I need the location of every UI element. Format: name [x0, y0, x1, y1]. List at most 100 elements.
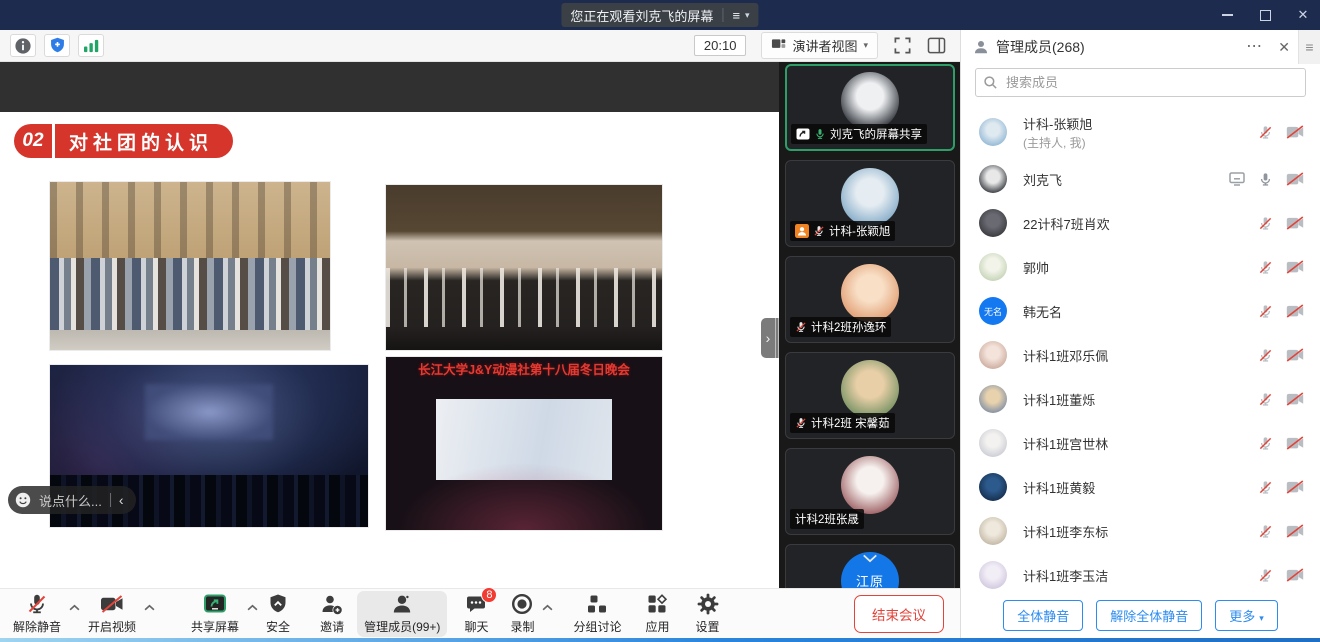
- avatar: [979, 473, 1007, 501]
- video-tile[interactable]: 计科2班张晟: [785, 448, 955, 535]
- main-region: 20:10 演讲者视图 ▾ 02: [0, 30, 960, 638]
- camera-off-icon[interactable]: [1286, 172, 1304, 186]
- member-name: 郭帅: [1023, 258, 1049, 277]
- breakout-icon: [586, 593, 608, 616]
- emoji-smiley-icon: [15, 492, 31, 508]
- screen-share-icon: [796, 128, 810, 140]
- maximize-button[interactable]: [1258, 8, 1272, 22]
- camera-off-icon[interactable]: [1286, 125, 1304, 139]
- member-row[interactable]: 计科1班李玉洁: [961, 553, 1320, 592]
- camera-off-icon[interactable]: [1286, 348, 1304, 362]
- mic-muted-icon[interactable]: [1258, 392, 1273, 407]
- toolbar-item-security[interactable]: 安全: [259, 591, 297, 637]
- camera-off-icon[interactable]: [1286, 216, 1304, 230]
- chevron-left-icon[interactable]: ‹: [119, 492, 124, 508]
- camera-off-icon[interactable]: [1286, 436, 1304, 450]
- mic-muted-icon[interactable]: [1258, 260, 1273, 275]
- mic-muted-icon[interactable]: [1258, 436, 1273, 451]
- mic-muted-icon[interactable]: [1258, 216, 1273, 231]
- member-info: 计科1班宫世林: [1023, 434, 1108, 453]
- video-tile-name: 计科2班孙逸环: [811, 319, 886, 335]
- video-strip-collapse-handle[interactable]: ›: [761, 318, 779, 358]
- toolbar-item-settings[interactable]: 设置: [689, 591, 727, 637]
- mic-muted-icon[interactable]: [1258, 568, 1273, 583]
- close-button[interactable]: ✕: [1296, 8, 1310, 22]
- watching-screen-pill[interactable]: 您正在观看刘克飞的屏幕 ≡ ▾: [561, 3, 758, 27]
- mic-muted-icon[interactable]: [1258, 524, 1273, 539]
- member-search-input[interactable]: [975, 68, 1306, 97]
- more-actions-button[interactable]: 更多▾: [1215, 600, 1278, 631]
- member-panel-footer: 全体静音 解除全体静音 更多▾: [961, 592, 1320, 638]
- member-row[interactable]: 计科1班李东标: [961, 509, 1320, 553]
- member-row[interactable]: 无名 韩无名: [961, 289, 1320, 333]
- panel-more-icon[interactable]: ⋯: [1238, 30, 1270, 64]
- camera-off-icon[interactable]: [1286, 568, 1304, 582]
- camera-off-icon[interactable]: [1286, 480, 1304, 494]
- chevron-up-icon[interactable]: [542, 604, 553, 611]
- unmute-all-button[interactable]: 解除全体静音: [1096, 600, 1202, 631]
- member-row[interactable]: 计科-张颖旭 (主持人, 我): [961, 107, 1320, 157]
- security-shield-icon[interactable]: [44, 34, 70, 57]
- toolbar-item-chat[interactable]: 8 聊天: [457, 591, 495, 637]
- video-tile[interactable]: 计科2班孙逸环: [785, 256, 955, 343]
- chevron-up-icon[interactable]: [247, 604, 258, 611]
- mic-muted-icon[interactable]: [1258, 125, 1273, 140]
- record-icon: [511, 593, 533, 616]
- minimize-button[interactable]: [1220, 8, 1234, 22]
- fullscreen-icon[interactable]: [893, 36, 912, 55]
- view-mode-dropdown[interactable]: 演讲者视图 ▾: [761, 32, 878, 59]
- member-row[interactable]: 计科1班董烁: [961, 377, 1320, 421]
- panel-menu-icon[interactable]: ≡: [1298, 30, 1320, 64]
- toolbar-item-apps[interactable]: 应用: [638, 591, 676, 637]
- screen-share-indicator-icon[interactable]: [1229, 172, 1245, 186]
- quick-chat-input[interactable]: 说点什么... ‹: [8, 486, 136, 514]
- mic-muted-icon[interactable]: [1258, 304, 1273, 319]
- mic-on-icon[interactable]: [1258, 172, 1273, 187]
- camera-off-icon[interactable]: [1286, 304, 1304, 318]
- camera-off-icon[interactable]: [1286, 260, 1304, 274]
- toolbar-item-invite[interactable]: 邀请: [313, 591, 351, 637]
- chevron-down-icon[interactable]: [862, 550, 878, 568]
- member-panel-header: 管理成员(268) ⋯ ✕ ≡: [961, 30, 1320, 64]
- mic-on-icon: [814, 128, 826, 140]
- toolbar-item-mic-muted[interactable]: 解除静音: [6, 591, 68, 637]
- network-signal-icon[interactable]: [78, 34, 104, 57]
- member-name: 计科-张颖旭: [1023, 114, 1092, 133]
- video-tile[interactable]: 计科2班 宋馨茹: [785, 352, 955, 439]
- member-info: 22计科7班肖欢: [1023, 214, 1110, 233]
- mic-muted-icon[interactable]: [1258, 348, 1273, 363]
- meeting-info-icon[interactable]: [10, 34, 36, 57]
- toolbar-item-share-screen[interactable]: 共享屏幕: [184, 591, 246, 637]
- camera-off-icon[interactable]: [1286, 524, 1304, 538]
- member-row[interactable]: 22计科7班肖欢: [961, 201, 1320, 245]
- toolbar-item-breakout[interactable]: 分组讨论: [566, 591, 628, 637]
- mute-all-button[interactable]: 全体静音: [1003, 600, 1083, 631]
- more-actions-label: 更多: [1229, 609, 1255, 624]
- toolbar-item-record[interactable]: 录制: [503, 591, 541, 637]
- member-row[interactable]: 刘克飞: [961, 157, 1320, 201]
- video-tile[interactable]: 江原 江原: [785, 544, 955, 588]
- member-row[interactable]: 计科1班宫世林: [961, 421, 1320, 465]
- toolbar-item-members[interactable]: 管理成员(99+): [357, 591, 447, 637]
- camera-off-icon[interactable]: [1286, 392, 1304, 406]
- panel-close-icon[interactable]: ✕: [1270, 30, 1298, 64]
- video-tile[interactable]: 计科-张颖旭: [785, 160, 955, 247]
- chevron-up-icon[interactable]: [144, 604, 155, 611]
- side-panel-toggle-icon[interactable]: [927, 37, 946, 54]
- member-panel: 管理成员(268) ⋯ ✕ ≡ 计科-张颖旭 (主持人, 我) 刘克飞: [960, 30, 1320, 638]
- member-row[interactable]: 郭帅: [961, 245, 1320, 289]
- video-tile[interactable]: 刘克飞的屏幕共享: [785, 64, 955, 151]
- member-row[interactable]: 计科1班邓乐佩: [961, 333, 1320, 377]
- avatar: [841, 264, 899, 322]
- mic-muted-icon[interactable]: [1258, 480, 1273, 495]
- share-screen-icon: [203, 593, 227, 616]
- divider: [722, 8, 723, 22]
- chevron-up-icon[interactable]: [69, 604, 80, 611]
- pill-menu-icon[interactable]: ≡: [732, 8, 740, 23]
- toolbar-item-camera-off[interactable]: 开启视频: [81, 591, 143, 637]
- toolbar-item-label: 解除静音: [13, 618, 61, 635]
- member-row[interactable]: 计科1班黄毅: [961, 465, 1320, 509]
- view-mode-label: 演讲者视图: [792, 36, 857, 55]
- member-status-icons: [1258, 524, 1304, 539]
- end-meeting-button[interactable]: 结束会议: [854, 595, 944, 633]
